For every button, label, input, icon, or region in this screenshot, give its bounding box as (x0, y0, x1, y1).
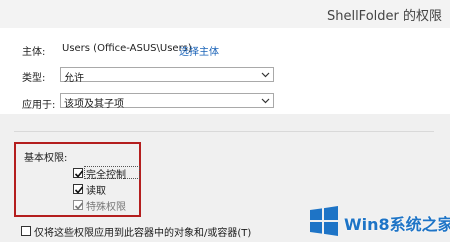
checkmark-icon (74, 170, 84, 178)
special-permissions-label: 特殊权限 (86, 202, 126, 213)
applies-to-select[interactable]: 该项及其子项 (60, 93, 274, 110)
full-control-label[interactable]: 完全控制 (86, 166, 126, 181)
owner-value: Users (Office-ASUS\Users) (62, 43, 192, 54)
select-principal-link[interactable]: 选择主体 (179, 43, 219, 58)
checkmark-icon (74, 186, 84, 194)
divider (14, 131, 434, 132)
watermark-text: Win8系统之家 (344, 215, 450, 234)
read-label[interactable]: 读取 (86, 182, 106, 197)
owner-label: 主体: (22, 47, 46, 58)
chevron-down-icon (261, 72, 270, 78)
type-select-value: 允许 (64, 73, 84, 84)
checkmark-icon (74, 202, 84, 210)
chevron-down-icon (261, 98, 270, 104)
full-control-checkbox[interactable] (73, 168, 84, 178)
type-select[interactable]: 允许 (60, 67, 274, 84)
apply-only-checkbox[interactable] (21, 226, 31, 236)
type-label: 类型: (22, 73, 46, 84)
window-title: ShellFolder 的权限 (326, 9, 442, 24)
read-checkbox[interactable] (73, 184, 84, 194)
applies-to-select-value: 该项及其子项 (64, 99, 124, 110)
apply-only-label[interactable]: 仅将这些权限应用到此容器中的对象和/或容器(T) (34, 224, 251, 239)
special-permissions-checkbox (73, 200, 84, 210)
basic-permissions-title: 基本权限: (24, 153, 68, 164)
applies-to-label: 应用于: (22, 100, 56, 111)
title-bar: ShellFolder 的权限 (0, 0, 450, 28)
windows-logo-icon (310, 206, 338, 236)
